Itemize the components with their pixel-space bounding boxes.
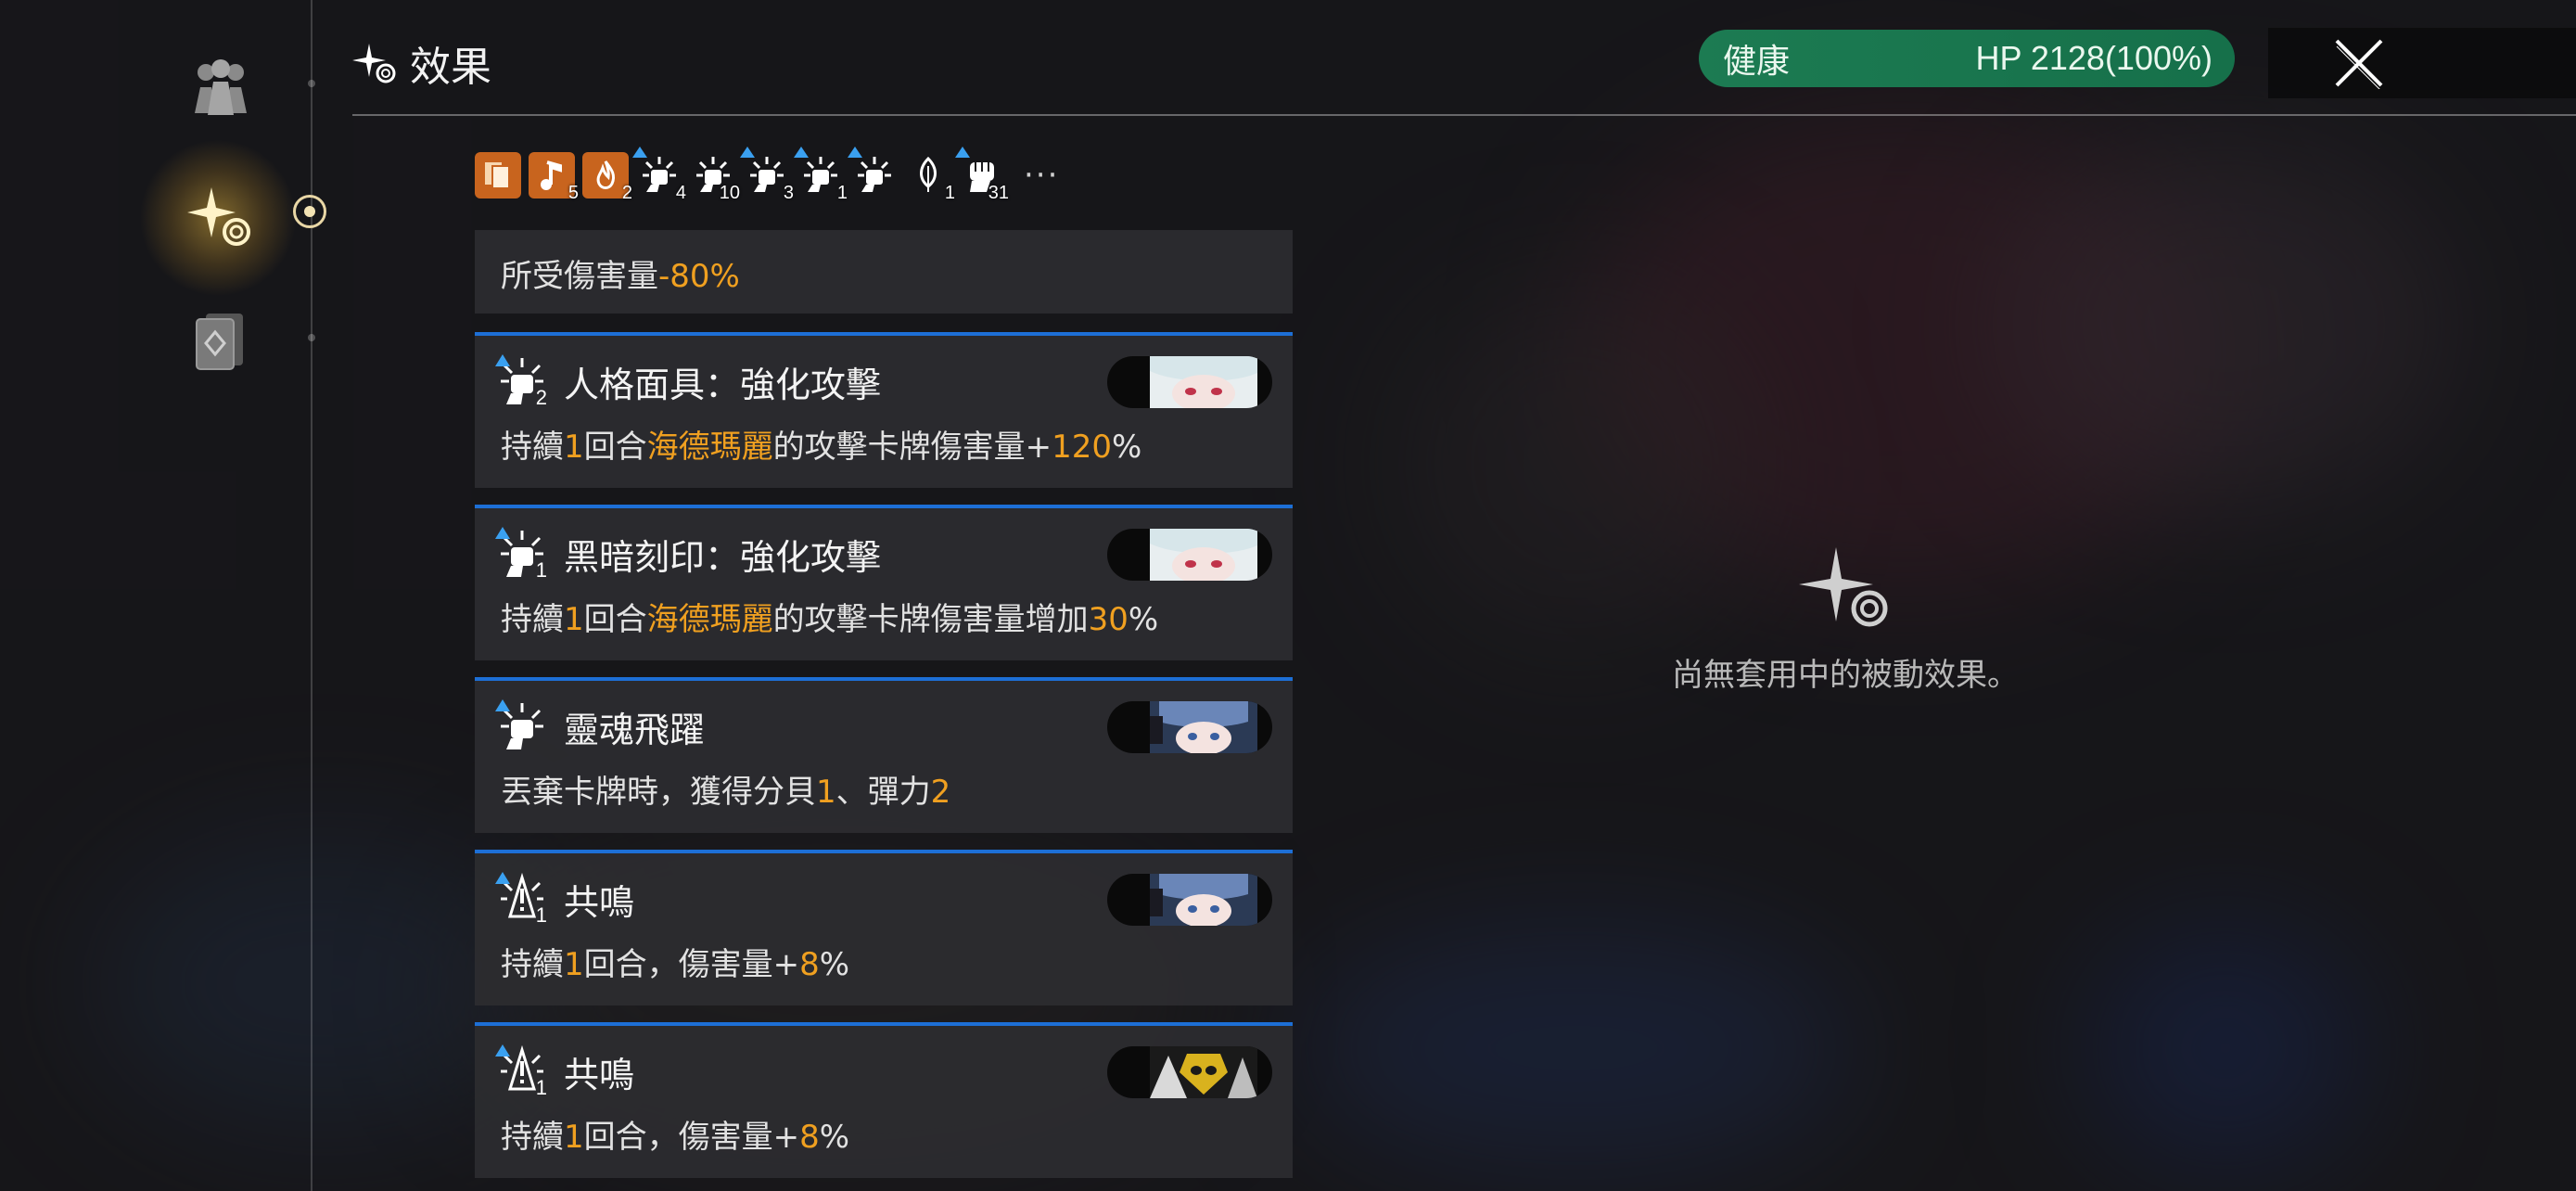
status-count: 5 (567, 183, 579, 203)
character-portrait (1107, 529, 1272, 581)
status-icon[interactable] (475, 152, 521, 198)
effect-icon (495, 699, 549, 753)
status-count: 2 (621, 183, 632, 203)
effects-tab-button[interactable] (182, 182, 260, 250)
effect-description: 所受傷害量-80% (501, 258, 740, 295)
character-portrait (1107, 874, 1272, 926)
character-portrait-image (1150, 1046, 1257, 1098)
hp-status-bar: 健康 HP 2128(100%) (1699, 30, 2235, 87)
flame-icon (596, 160, 616, 189)
hp-status-label: 健康 (1723, 43, 1791, 81)
status-count: 3 (783, 183, 794, 203)
effect-description: 丟棄卡牌時，獲得分貝1、彈力2 (501, 774, 951, 811)
character-portrait-image (1150, 356, 1257, 408)
leaf-icon (920, 156, 937, 192)
effect-description: 持續1回合海德瑪麗的攻擊卡牌傷害量+120% (501, 429, 1142, 466)
fist-burst-icon (858, 157, 891, 192)
music-note-icon (541, 160, 562, 190)
empty-state-message: 尚無套用中的被動效果。 (1672, 657, 2019, 694)
effect-card: 所受傷害量-80% (475, 230, 1293, 314)
status-count: 31 (988, 183, 1009, 203)
effect-title: 靈魂飛躍 (564, 710, 706, 750)
more-effects-indicator[interactable]: ··· (1024, 157, 1059, 194)
effect-stack-count: 1 (535, 1076, 547, 1099)
fist-burst-icon (750, 157, 784, 192)
character-portrait (1107, 356, 1272, 408)
effect-card[interactable]: 1 黑暗刻印：強化攻擊 持續1回合海德瑪麗的攻擊卡牌傷害量增加30% (475, 505, 1293, 660)
effect-title: 黑暗刻印：強化攻擊 (564, 537, 882, 578)
character-portrait-image (1150, 701, 1257, 753)
effect-title: 共鳴 (564, 882, 635, 923)
effect-title: 共鳴 (564, 1055, 635, 1095)
effect-icon: 1 (495, 527, 549, 582)
passive-effects-empty-state: 尚無套用中的被動效果。 (1613, 544, 2077, 695)
effect-icon: 1 (495, 872, 549, 927)
status-icon[interactable]: 5 (529, 152, 579, 203)
effect-title: 人格面具：強化攻擊 (564, 365, 882, 405)
status-icon[interactable]: 10 (690, 152, 740, 203)
effect-stack-count: 1 (535, 558, 547, 582)
panel-header: 效果 (352, 33, 491, 93)
close-button[interactable] (2268, 28, 2576, 98)
header-divider (352, 114, 2576, 116)
effect-card[interactable]: 1 共鳴 持續1回合，傷害量+8% (475, 850, 1293, 1005)
status-icon[interactable]: 3 (740, 147, 794, 203)
effect-card[interactable]: 2 人格面具：強化攻擊 持續1回合海德瑪麗的攻擊卡牌傷害量+120% (475, 332, 1293, 488)
status-icon[interactable] (848, 147, 898, 198)
cards-tab-button[interactable] (185, 306, 254, 375)
sparkle-swirl-icon (1799, 547, 1888, 627)
status-icon[interactable]: 1 (794, 147, 848, 203)
fist-burst-icon (643, 157, 676, 192)
fist-burst-icon (804, 157, 837, 192)
status-icon[interactable]: 4 (632, 147, 686, 203)
character-portrait-image (1150, 529, 1257, 581)
status-icon[interactable]: 1 (905, 152, 955, 203)
effect-card[interactable]: 靈魂飛躍 丟棄卡牌時，獲得分貝1、彈力2 (475, 677, 1293, 833)
effect-card[interactable]: 1 共鳴 持續1回合，傷害量+8% (475, 1022, 1293, 1178)
sparkle-swirl-icon (352, 44, 396, 83)
effect-list[interactable]: 所受傷害量-80% 2 人格面具：強化攻擊 持續1回合海德瑪麗的攻擊卡牌傷害量+… (475, 230, 1293, 1191)
hp-value: HP 2128(100%) (1975, 39, 2213, 77)
rail-dot (308, 334, 315, 341)
character-portrait (1107, 1046, 1272, 1098)
page-title: 效果 (410, 44, 491, 91)
status-icon[interactable]: 31 (955, 147, 1009, 203)
status-count: 1 (944, 183, 955, 203)
status-count: 1 (836, 183, 848, 203)
effect-description: 持續1回合，傷害量+8% (501, 946, 850, 983)
effect-stack-count: 2 (535, 386, 547, 409)
status-count: 10 (719, 183, 740, 203)
cards-icon (485, 162, 510, 189)
effect-icon: 2 (495, 354, 549, 409)
rail-selected-indicator (293, 195, 326, 228)
effect-description: 持續1回合，傷害量+8% (501, 1119, 850, 1156)
character-portrait-image (1150, 874, 1257, 926)
party-icon (195, 59, 247, 115)
sparkle-swirl-icon (187, 187, 250, 246)
effect-stack-count: 1 (535, 903, 547, 927)
rail-dot (308, 80, 315, 87)
status-count: 4 (675, 183, 686, 203)
rail-divider (311, 0, 312, 1191)
effect-description: 持續1回合海德瑪麗的攻擊卡牌傷害量增加30% (501, 601, 1159, 638)
character-portrait (1107, 701, 1272, 753)
side-navigation (0, 0, 326, 1191)
card-deck-icon (196, 314, 243, 370)
party-tab-button[interactable] (182, 54, 260, 122)
effect-icon: 1 (495, 1044, 549, 1099)
status-icon-strip: 5 2 4 10 3 1 1 31 ··· (475, 147, 1059, 203)
status-icon[interactable]: 2 (582, 152, 632, 203)
close-icon (2335, 39, 2383, 89)
